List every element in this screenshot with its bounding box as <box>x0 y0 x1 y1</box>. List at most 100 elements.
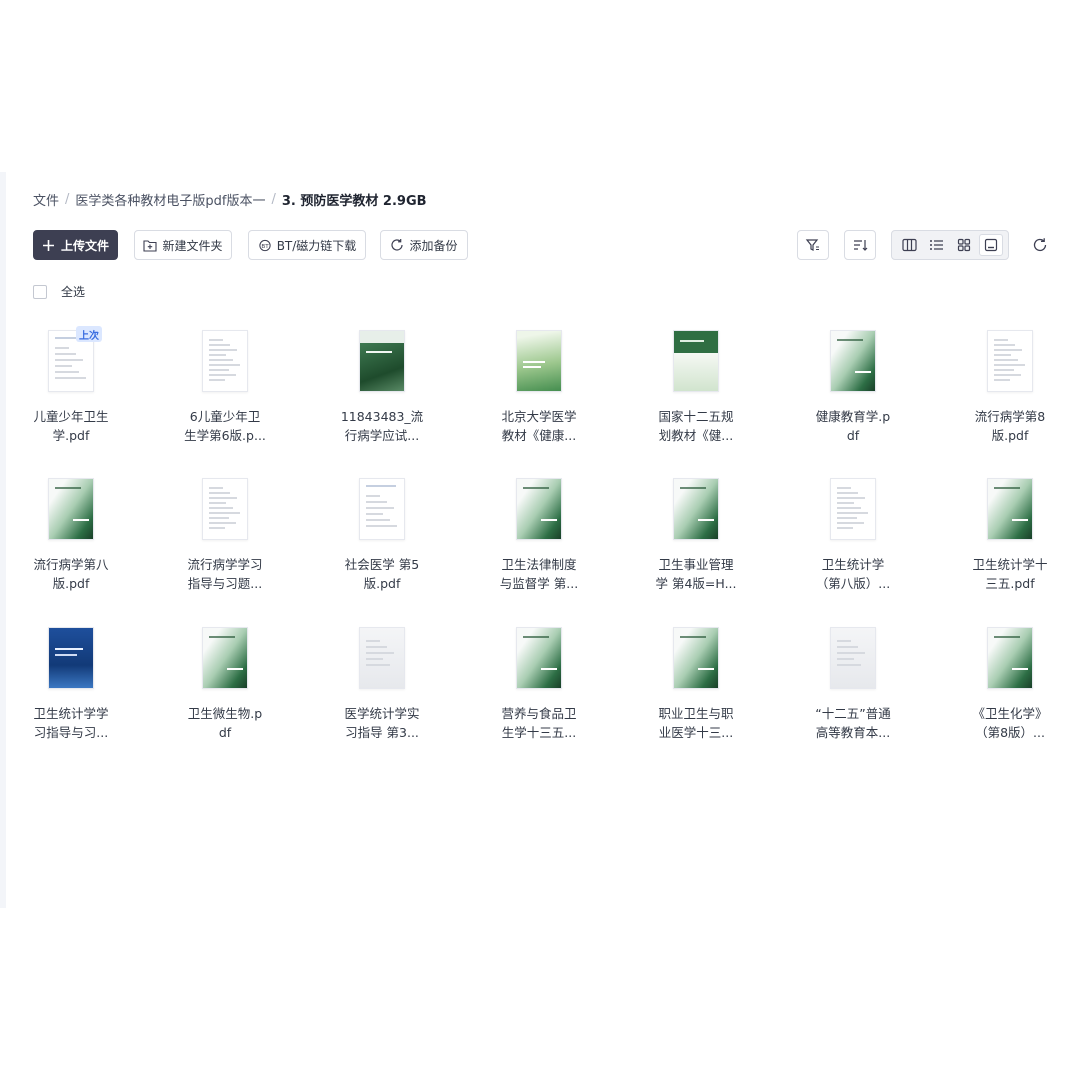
file-name[interactable]: 卫生统计学 （第八版）... <box>780 555 926 593</box>
filter-icon <box>805 239 819 251</box>
file-item[interactable]: 职业卫生与职 业医学十三... <box>623 627 753 757</box>
new-folder-button[interactable]: 新建文件夹 <box>134 230 232 260</box>
bt-download-label: BT/磁力链下载 <box>276 238 357 253</box>
select-all-row: 全选 <box>33 283 85 300</box>
file-name[interactable]: 营养与食品卫 生学十三五... <box>466 704 612 742</box>
file-item[interactable]: 国家十二五规 划教材《健... <box>623 330 753 460</box>
file-name-line-1: 流行病学第8 <box>974 409 1046 424</box>
filter-button[interactable] <box>797 230 829 260</box>
file-name[interactable]: 流行病学学习 指导与习题... <box>152 555 298 593</box>
file-name[interactable]: 社会医学 第5 版.pdf <box>309 555 455 593</box>
file-name[interactable]: 卫生法律制度 与监督学 第... <box>466 555 612 593</box>
bt-download-button[interactable]: BT BT/磁力链下载 <box>248 230 366 260</box>
grid-view-button[interactable] <box>952 234 976 256</box>
file-name[interactable]: 6儿童少年卫 生学第6版.p... <box>152 407 298 445</box>
file-name[interactable]: 卫生统计学十 三五.pdf <box>937 555 1080 593</box>
file-name-line-2: 生学十三五... <box>501 725 577 740</box>
file-name[interactable]: “十二五”普通 高等教育本... <box>780 704 926 742</box>
file-name-line-2: 高等教育本... <box>815 725 891 740</box>
file-item[interactable]: 流行病学第8 版.pdf <box>937 330 1067 460</box>
file-item[interactable]: 健康教育学.p df <box>780 330 910 460</box>
pdf-thumbnail[interactable] <box>359 330 405 392</box>
file-name-line-2: df <box>846 428 860 443</box>
file-name[interactable]: 医学统计学实 习指导 第3... <box>309 704 455 742</box>
pdf-thumbnail[interactable] <box>516 478 562 540</box>
pdf-thumbnail[interactable] <box>202 330 248 392</box>
pdf-thumbnail[interactable] <box>673 478 719 540</box>
file-item[interactable]: 上次 儿童少年卫生 学.pdf <box>0 326 128 460</box>
file-name-line-2: 学 第4版=H... <box>655 576 737 591</box>
list-view-button[interactable] <box>925 234 949 256</box>
file-item[interactable]: 卫生微生物.p df <box>152 627 282 757</box>
file-item[interactable]: 社会医学 第5 版.pdf <box>309 478 439 608</box>
file-name-line-2: 习指导 第3... <box>345 725 419 740</box>
file-item[interactable]: 6儿童少年卫 生学第6版.p... <box>152 330 282 460</box>
select-all-checkbox[interactable] <box>33 284 47 299</box>
file-item[interactable]: 流行病学学习 指导与习题... <box>152 478 282 608</box>
pdf-thumbnail[interactable] <box>359 478 405 540</box>
add-backup-button[interactable]: 添加备份 <box>380 230 468 260</box>
column-view-button[interactable] <box>898 234 922 256</box>
file-item[interactable]: 营养与食品卫 生学十三五... <box>466 627 596 757</box>
file-item[interactable]: 医学统计学实 习指导 第3... <box>309 627 439 757</box>
pdf-thumbnail[interactable] <box>987 627 1033 689</box>
sort-button[interactable] <box>844 230 876 260</box>
file-name[interactable]: 卫生事业管理学 第4版=H... <box>623 555 769 593</box>
breadcrumb-root[interactable]: 文件 <box>33 190 59 209</box>
pdf-thumbnail[interactable] <box>987 478 1033 540</box>
file-item[interactable]: 卫生法律制度 与监督学 第... <box>466 478 596 608</box>
file-item[interactable]: 卫生统计学学 习指导与习... <box>0 627 128 757</box>
file-item[interactable]: 流行病学第八 版.pdf <box>0 478 128 608</box>
backup-icon <box>390 238 404 252</box>
grid-view-icon <box>957 238 970 252</box>
file-name[interactable]: 北京大学医学 教材《健康... <box>466 407 612 445</box>
file-name[interactable]: 卫生微生物.p df <box>152 704 298 742</box>
breadcrumb-parent[interactable]: 医学类各种教材电子版pdf版本一 <box>75 190 265 209</box>
file-name[interactable]: 国家十二五规 划教材《健... <box>623 407 769 445</box>
pdf-thumbnail[interactable] <box>830 330 876 392</box>
file-name-line-1: 卫生统计学十 <box>972 557 1048 572</box>
file-name[interactable]: 《卫生化学》 （第8版）... <box>937 704 1080 742</box>
pdf-thumbnail[interactable] <box>202 627 248 689</box>
pdf-thumbnail[interactable] <box>359 627 405 689</box>
file-item[interactable]: 《卫生化学》 （第8版）... <box>937 627 1067 757</box>
add-backup-label: 添加备份 <box>409 238 458 253</box>
pdf-thumbnail[interactable] <box>48 627 94 689</box>
pdf-thumbnail[interactable] <box>673 627 719 689</box>
new-folder-label: 新建文件夹 <box>162 238 223 253</box>
file-name[interactable]: 儿童少年卫生 学.pdf <box>0 407 144 445</box>
pdf-thumbnail[interactable] <box>48 478 94 540</box>
upload-button[interactable]: 上传文件 <box>33 230 118 260</box>
file-name-line-1: 流行病学学习 <box>187 557 263 572</box>
file-name[interactable]: 11843483_流 行病学应试... <box>309 407 455 445</box>
thumbnail-view-button[interactable] <box>978 234 1003 256</box>
file-name-line-2: （第八版）... <box>815 576 891 591</box>
file-name-line-1: 流行病学第八 <box>33 557 109 572</box>
file-item[interactable]: “十二五”普通 高等教育本... <box>780 627 910 757</box>
pdf-thumbnail[interactable] <box>830 478 876 540</box>
file-name[interactable]: 流行病学第8 版.pdf <box>937 407 1080 445</box>
file-name[interactable]: 卫生统计学学 习指导与习... <box>0 704 144 742</box>
file-name[interactable]: 流行病学第八 版.pdf <box>0 555 144 593</box>
file-item[interactable]: 卫生统计学 （第八版）... <box>780 478 910 608</box>
file-name[interactable]: 健康教育学.p df <box>780 407 926 445</box>
pdf-thumbnail[interactable] <box>987 330 1033 392</box>
breadcrumb: 文件 / 医学类各种教材电子版pdf版本一 / 3. 预防医学教材 2.9GB <box>33 189 427 209</box>
svg-text:BT: BT <box>261 244 269 250</box>
file-name-line-2: df <box>218 725 232 740</box>
file-item[interactable]: 卫生统计学十 三五.pdf <box>937 478 1067 608</box>
refresh-icon <box>1033 238 1047 252</box>
file-name-line-1: 医学统计学实 <box>344 706 420 721</box>
sort-icon <box>854 240 868 251</box>
file-item[interactable]: 11843483_流 行病学应试... <box>309 330 439 460</box>
pdf-thumbnail[interactable] <box>202 478 248 540</box>
file-item[interactable]: 卫生事业管理学 第4版=H... <box>623 478 753 608</box>
pdf-thumbnail[interactable] <box>516 627 562 689</box>
pdf-thumbnail[interactable] <box>830 627 876 689</box>
pdf-thumbnail[interactable] <box>516 330 562 392</box>
file-name-line-1: 北京大学医学 <box>501 409 577 424</box>
pdf-thumbnail[interactable] <box>673 330 719 392</box>
refresh-button[interactable] <box>1030 235 1050 255</box>
file-item[interactable]: 北京大学医学 教材《健康... <box>466 330 596 460</box>
file-name[interactable]: 职业卫生与职 业医学十三... <box>623 704 769 742</box>
